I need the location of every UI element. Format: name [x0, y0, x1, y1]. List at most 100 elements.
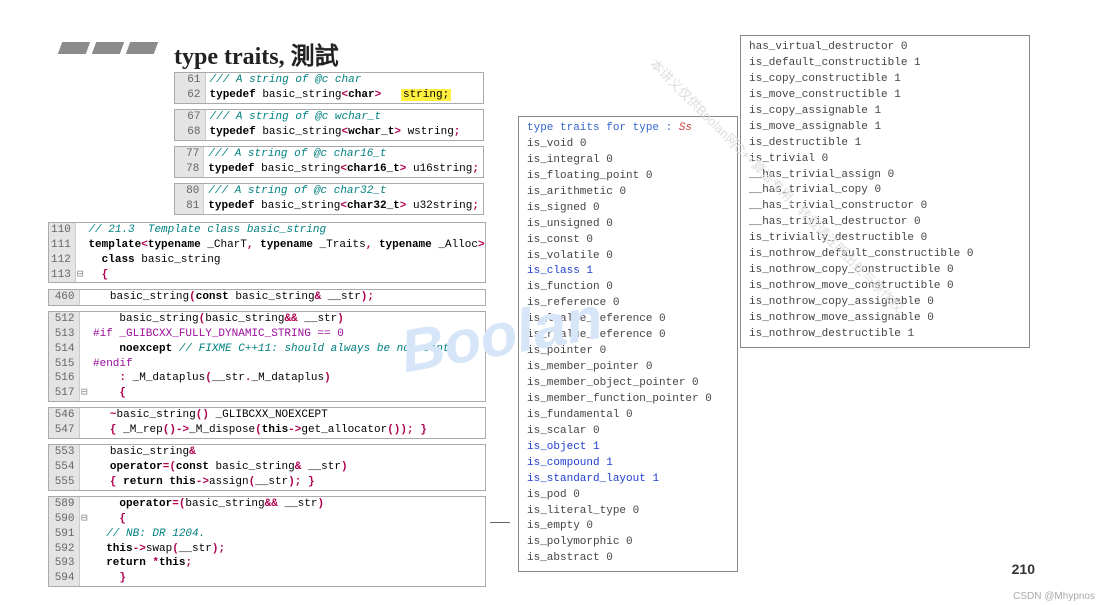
line-number: 110 — [49, 223, 75, 238]
line-number: 593 — [49, 556, 79, 571]
codebox-copyctor: 460 basic_string(const basic_string& __s… — [48, 289, 486, 306]
trait-row: is_rvalue_reference 0 — [527, 328, 729, 344]
trait-row: is_unsigned 0 — [527, 217, 729, 233]
trait-row: is_reference 0 — [527, 296, 729, 312]
credit-text: CSDN @Mhypnos — [1013, 591, 1095, 602]
fold-marker — [79, 527, 89, 542]
trait-row: is_copy_assignable 1 — [749, 104, 1021, 120]
line-number: 514 — [49, 342, 79, 357]
line-number: 515 — [49, 357, 79, 372]
trait-row: is_nothrow_move_constructible 0 — [749, 279, 1021, 295]
code-line: : _M_dataplus(__str._M_dataplus) — [89, 371, 485, 386]
trait-row: is_floating_point 0 — [527, 169, 729, 185]
fold-marker — [75, 223, 84, 238]
trait-row: is_const 0 — [527, 233, 729, 249]
code-line: /// A string of @c wchar_t — [205, 110, 483, 125]
line-number: 546 — [49, 408, 79, 423]
code-line: { — [89, 512, 485, 527]
code-line: template<typename _CharT, typename _Trai… — [84, 238, 486, 253]
fold-marker — [79, 371, 89, 386]
trait-row: is_standard_layout 1 — [527, 472, 729, 488]
trait-row: is_destructible 1 — [749, 136, 1021, 152]
line-number: 81 — [175, 199, 204, 214]
trait-row: is_move_assignable 1 — [749, 120, 1021, 136]
line-number: 513 — [49, 327, 79, 342]
trait-row: is_nothrow_default_constructible 0 — [749, 247, 1021, 263]
code-line: typedef basic_string<char> string; — [205, 88, 483, 103]
trait-row: is_nothrow_copy_constructible 0 — [749, 263, 1021, 279]
trait-row: is_signed 0 — [527, 201, 729, 217]
traits-box-right: has_virtual_destructor 0is_default_const… — [740, 35, 1030, 348]
fold-marker — [79, 542, 89, 557]
codebox-dtor: 546 ~basic_string() _GLIBCXX_NOEXCEPT547… — [48, 407, 486, 439]
code-line: basic_string(const basic_string& __str); — [79, 290, 485, 305]
trait-row: is_class 1 — [527, 264, 729, 280]
code-line: noexcept // FIXME C++11: should always b… — [89, 342, 485, 357]
codebox-template: 110// 21.3 Template class basic_string11… — [48, 222, 486, 283]
codebox-wstring: 67/// A string of @c wchar_t68typedef ba… — [174, 109, 484, 141]
trait-row: is_default_constructible 1 — [749, 56, 1021, 72]
codebox-moveasgn: 589 operator=(basic_string&& __str)590⊟ … — [48, 496, 486, 587]
slide-dashes — [60, 42, 162, 57]
fold-marker — [75, 253, 84, 268]
trait-row: __has_trivial_copy 0 — [749, 183, 1021, 199]
trait-row: is_nothrow_destructible 1 — [749, 327, 1021, 343]
trait-row: is_compound 1 — [527, 456, 729, 472]
code-line: return *this; — [89, 556, 485, 571]
code-line: typedef basic_string<char16_t> u16string… — [204, 162, 483, 177]
trait-row: is_member_object_pointer 0 — [527, 376, 729, 392]
line-number: 553 — [49, 445, 79, 460]
traits-box-left: type traits for type : Ss is_void 0is_in… — [518, 116, 738, 572]
code-line: { _M_rep()->_M_dispose(this->get_allocat… — [79, 423, 485, 438]
line-number: 590 — [49, 512, 79, 527]
fold-marker — [79, 556, 89, 571]
trait-row: is_function 0 — [527, 280, 729, 296]
line-number: 77 — [175, 147, 204, 162]
trait-row: is_nothrow_move_assignable 0 — [749, 311, 1021, 327]
codebox-u32: 80/// A string of @c char32_t81typedef b… — [174, 183, 484, 215]
code-line: this->swap(__str); — [89, 542, 485, 557]
line-number: 61 — [175, 73, 205, 88]
codebox-u16: 77/// A string of @c char16_t78typedef b… — [174, 146, 484, 178]
trait-row: has_virtual_destructor 0 — [749, 40, 1021, 56]
trait-row: __has_trivial_destructor 0 — [749, 215, 1021, 231]
fold-marker: ⊟ — [75, 268, 84, 283]
code-line: basic_string(basic_string&& __str) — [89, 312, 485, 327]
trait-row: is_integral 0 — [527, 153, 729, 169]
line-number: 516 — [49, 371, 79, 386]
code-line: /// A string of @c char32_t — [204, 184, 483, 199]
code-line: basic_string& — [79, 445, 485, 460]
line-number: 554 — [49, 460, 79, 475]
line-number: 589 — [49, 497, 79, 512]
line-number: 512 — [49, 312, 79, 327]
fold-marker: ⊟ — [79, 386, 89, 401]
code-line: /// A string of @c char — [205, 73, 483, 88]
line-number: 80 — [175, 184, 204, 199]
trait-row: is_void 0 — [527, 137, 729, 153]
trait-row: is_polymorphic 0 — [527, 535, 729, 551]
line-number: 517 — [49, 386, 79, 401]
codebox-copyasgn: 553 basic_string&554 operator=(const bas… — [48, 444, 486, 491]
line-number: 592 — [49, 542, 79, 557]
code-line: class basic_string — [84, 253, 486, 268]
trait-row: is_move_constructible 1 — [749, 88, 1021, 104]
divider-tick — [490, 515, 510, 523]
codebox-string: 61/// A string of @c char62typedef basic… — [174, 72, 484, 104]
trait-row: __has_trivial_assign 0 — [749, 168, 1021, 184]
trait-row: is_nothrow_copy_assignable 0 — [749, 295, 1021, 311]
trait-row: is_lvalue_reference 0 — [527, 312, 729, 328]
page-number: 210 — [1012, 561, 1035, 577]
code-line: // NB: DR 1204. — [89, 527, 485, 542]
trait-row: is_fundamental 0 — [527, 408, 729, 424]
code-line: typedef basic_string<char32_t> u32string… — [204, 199, 483, 214]
trait-row: is_pointer 0 — [527, 344, 729, 360]
trait-row: is_scalar 0 — [527, 424, 729, 440]
code-line: { — [89, 386, 485, 401]
line-number: 460 — [49, 290, 79, 305]
trait-row: is_literal_type 0 — [527, 504, 729, 520]
codebox-movector: 512 basic_string(basic_string&& __str) 51… — [48, 311, 486, 402]
line-number: 78 — [175, 162, 204, 177]
trait-row: is_abstract 0 — [527, 551, 729, 567]
trait-row: is_empty 0 — [527, 519, 729, 535]
traits-header: type traits for type : Ss — [527, 121, 729, 137]
